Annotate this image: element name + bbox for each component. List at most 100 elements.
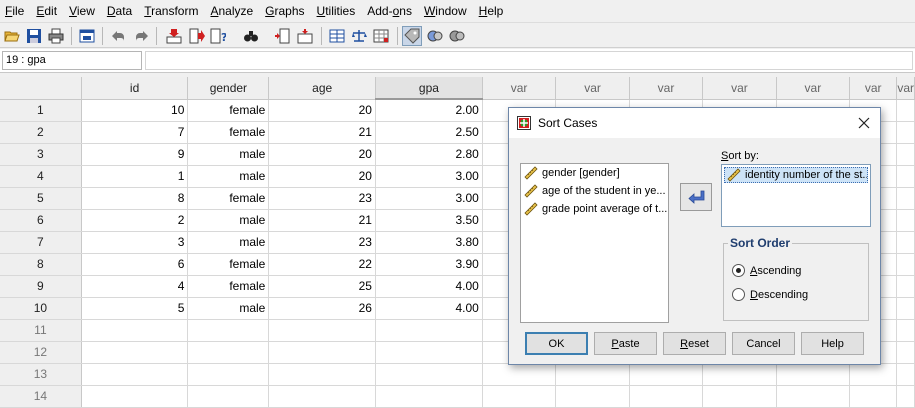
paste-button[interactable]: Paste	[594, 332, 657, 355]
save-icon[interactable]	[24, 26, 44, 46]
data-cell[interactable]	[375, 319, 483, 342]
data-cell[interactable]: 26	[268, 297, 376, 320]
reset-button[interactable]: Reset	[663, 332, 726, 355]
data-cell[interactable]	[268, 385, 376, 408]
data-cell[interactable]: 2.80	[375, 143, 483, 166]
descending-radio[interactable]: Descending	[732, 288, 808, 301]
data-cell[interactable]: 10	[81, 99, 189, 122]
menu-data[interactable]: Data	[101, 0, 138, 22]
list-item[interactable]: age of the student in ye...	[521, 182, 668, 200]
data-cell[interactable]: female	[187, 99, 270, 122]
menu-add-ons[interactable]: Add-ons	[361, 0, 418, 22]
variables-icon[interactable]: ?	[208, 26, 228, 46]
data-cell[interactable]	[896, 99, 915, 122]
variable-list[interactable]: gender [gender] age of the student in ye.…	[520, 163, 669, 323]
data-cell[interactable]	[375, 385, 483, 408]
insert-variable-icon[interactable]	[295, 26, 315, 46]
print-icon[interactable]	[46, 26, 66, 46]
data-cell[interactable]	[268, 341, 376, 364]
data-cell[interactable]: 8	[81, 187, 189, 210]
data-cell[interactable]	[896, 385, 915, 408]
column-header-gpa[interactable]: gpa	[375, 77, 483, 100]
data-cell[interactable]	[896, 319, 915, 342]
dialog-recall-icon[interactable]	[77, 26, 97, 46]
menu-help[interactable]: Help	[473, 0, 510, 22]
show-sets-icon[interactable]	[447, 26, 467, 46]
data-cell[interactable]: 23	[268, 231, 376, 254]
radio-circle[interactable]	[732, 264, 745, 277]
row-header[interactable]: 3	[0, 143, 82, 166]
data-cell[interactable]: 6	[81, 253, 189, 276]
data-cell[interactable]: 20	[268, 165, 376, 188]
data-cell[interactable]	[896, 275, 915, 298]
data-cell[interactable]	[896, 121, 915, 144]
data-cell[interactable]: 21	[268, 121, 376, 144]
row-header[interactable]: 8	[0, 253, 82, 276]
data-cell[interactable]	[896, 253, 915, 276]
column-header-var[interactable]: var	[555, 77, 630, 100]
data-cell[interactable]	[849, 385, 898, 408]
menu-file[interactable]: File	[0, 0, 30, 22]
use-sets-icon[interactable]	[425, 26, 445, 46]
data-cell[interactable]	[81, 319, 189, 342]
data-cell[interactable]: 3.90	[375, 253, 483, 276]
menu-view[interactable]: View	[63, 0, 101, 22]
column-header-age[interactable]: age	[268, 77, 376, 100]
data-cell[interactable]	[482, 363, 557, 386]
cell-reference-field[interactable]: 19 : gpa	[2, 51, 142, 70]
data-cell[interactable]	[187, 319, 270, 342]
data-cell[interactable]: 23	[268, 187, 376, 210]
sort-by-list[interactable]: identity number of the st...	[721, 164, 871, 227]
data-cell[interactable]	[268, 319, 376, 342]
data-cell[interactable]: 5	[81, 297, 189, 320]
select-cases-icon[interactable]	[371, 26, 391, 46]
data-cell[interactable]: 2.50	[375, 121, 483, 144]
data-cell[interactable]: 21	[268, 209, 376, 232]
value-labels-icon[interactable]	[402, 26, 422, 46]
data-cell[interactable]: 3.80	[375, 231, 483, 254]
row-header[interactable]: 14	[0, 385, 82, 408]
grid-corner[interactable]	[0, 77, 82, 100]
weight-cases-icon[interactable]	[349, 26, 369, 46]
data-cell[interactable]	[629, 385, 704, 408]
menu-graphs[interactable]: Graphs	[259, 0, 310, 22]
find-icon[interactable]	[241, 26, 261, 46]
data-cell[interactable]: male	[187, 143, 270, 166]
data-cell[interactable]: 7	[81, 121, 189, 144]
menu-window[interactable]: Window	[418, 0, 473, 22]
column-header-var[interactable]: var	[629, 77, 704, 100]
data-cell[interactable]	[187, 385, 270, 408]
data-cell[interactable]: 2	[81, 209, 189, 232]
data-cell[interactable]	[555, 385, 630, 408]
data-cell[interactable]: 3.50	[375, 209, 483, 232]
column-header-var[interactable]: var	[849, 77, 898, 100]
data-cell[interactable]	[375, 363, 483, 386]
data-cell[interactable]	[896, 165, 915, 188]
move-to-sort-by-button[interactable]	[680, 183, 712, 211]
data-cell[interactable]: male	[187, 165, 270, 188]
data-cell[interactable]: female	[187, 253, 270, 276]
menu-analyze[interactable]: Analyze	[204, 0, 259, 22]
data-cell[interactable]	[702, 363, 777, 386]
row-header[interactable]: 4	[0, 165, 82, 188]
row-header[interactable]: 1	[0, 99, 82, 122]
data-cell[interactable]	[187, 341, 270, 364]
data-cell[interactable]	[896, 209, 915, 232]
goto-case-icon[interactable]	[164, 26, 184, 46]
data-cell[interactable]	[81, 341, 189, 364]
data-cell[interactable]	[81, 385, 189, 408]
open-folder-icon[interactable]	[2, 26, 22, 46]
radio-circle[interactable]	[732, 288, 745, 301]
data-cell[interactable]	[702, 385, 777, 408]
row-header[interactable]: 6	[0, 209, 82, 232]
row-header[interactable]: 11	[0, 319, 82, 342]
data-cell[interactable]	[482, 385, 557, 408]
data-cell[interactable]: 1	[81, 165, 189, 188]
menu-edit[interactable]: Edit	[30, 0, 63, 22]
column-header-var[interactable]: var	[896, 77, 915, 100]
undo-icon[interactable]	[109, 26, 129, 46]
close-button[interactable]	[854, 113, 874, 133]
data-cell[interactable]: 20	[268, 143, 376, 166]
data-cell[interactable]: 3.00	[375, 165, 483, 188]
cell-value-field[interactable]	[145, 51, 913, 70]
